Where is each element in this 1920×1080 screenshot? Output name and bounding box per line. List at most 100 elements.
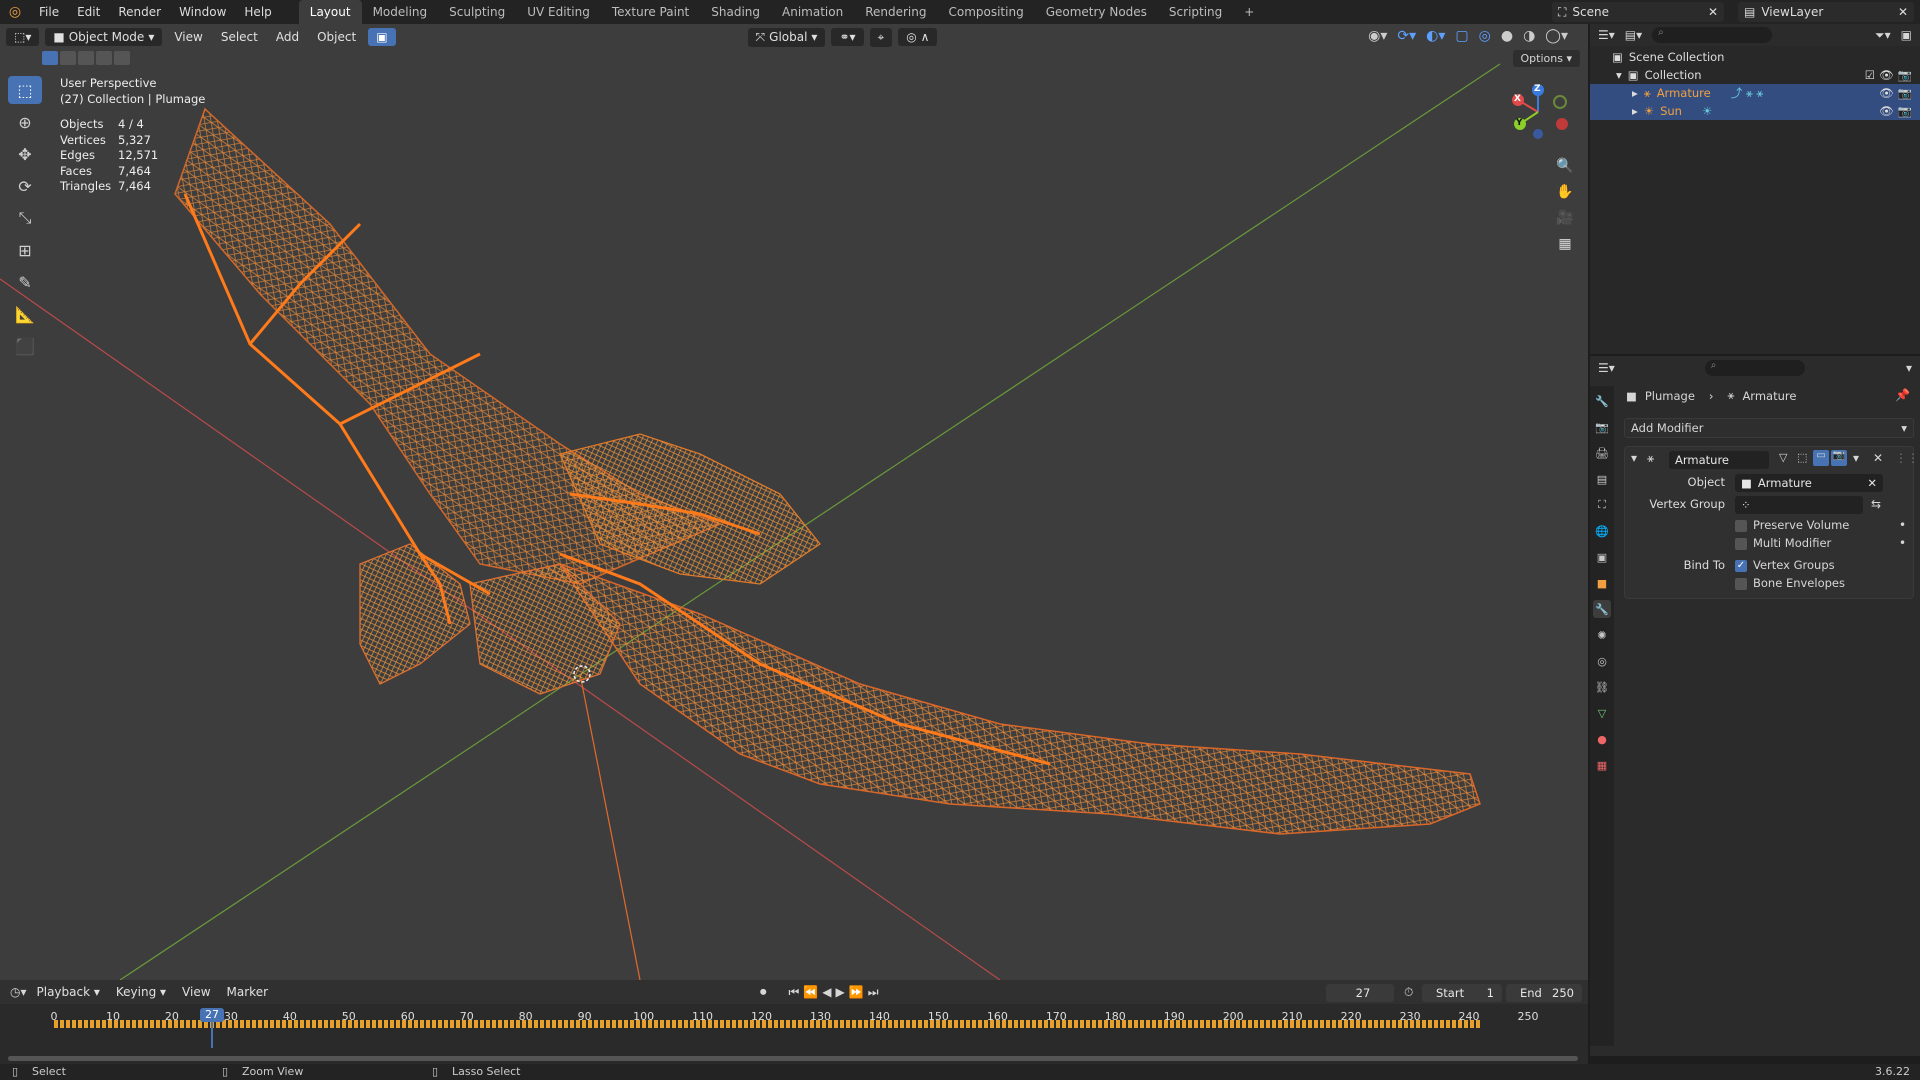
chevron-down-icon[interactable]: ▾ (1853, 451, 1859, 465)
tab-sculpting[interactable]: Sculpting (438, 0, 516, 24)
select-subtract-mode-icon[interactable] (78, 51, 94, 65)
visibility-icon[interactable]: ◉▾ (1368, 28, 1387, 44)
auto-keying-icon[interactable]: ⏺ (760, 985, 767, 1000)
viewlayer-close-icon[interactable]: ✕ (1898, 5, 1908, 19)
viewport-menu-view[interactable]: View (168, 30, 208, 44)
outliner-search-input[interactable]: ⌕ (1652, 27, 1773, 43)
material-shading-icon[interactable]: ◑ (1523, 28, 1535, 44)
expand-arrow-icon[interactable]: ▸ (1632, 86, 1638, 100)
tab-rendering[interactable]: Rendering (854, 0, 937, 24)
gizmo-toggle-icon[interactable]: ⟳▾ (1397, 28, 1416, 44)
object-tab-icon[interactable]: ■ (1593, 574, 1611, 592)
jump-keyframe-forward-icon[interactable]: ⏩ (849, 985, 864, 999)
filter-icon[interactable]: ⏷▾ (1875, 28, 1891, 43)
scene-close-icon[interactable]: ✕ (1708, 5, 1718, 19)
preserve-volume-checkbox[interactable] (1735, 520, 1747, 532)
scale-tool-icon[interactable]: ⤡ (8, 204, 42, 232)
playback-dropdown[interactable]: Playback ▾ (31, 985, 106, 999)
orientation-dropdown[interactable]: ⤧ Global ▾ (747, 27, 826, 47)
current-frame-field[interactable]: 27 (1326, 984, 1394, 1002)
rotate-tool-icon[interactable]: ⟳ (8, 172, 42, 200)
viewport-menu-select[interactable]: Select (215, 30, 264, 44)
eye-icon[interactable]: 👁 (1879, 104, 1894, 118)
output-tab-icon[interactable]: 🖨 (1593, 444, 1611, 462)
chevron-down-icon[interactable]: ▾ (1906, 361, 1912, 375)
cage-toggle-icon[interactable]: ⬚ (1797, 451, 1807, 464)
outliner-editor-icon[interactable]: ☰▾ (1598, 28, 1615, 42)
select-extend-mode-icon[interactable] (60, 51, 76, 65)
menu-edit[interactable]: Edit (68, 0, 109, 24)
viewport-canvas[interactable] (0, 24, 1588, 980)
menu-help[interactable]: Help (235, 0, 280, 24)
measure-tool-icon[interactable]: 📐 (8, 300, 42, 328)
display-mode-icon[interactable]: ▤▾ (1625, 28, 1642, 42)
data-tab-icon[interactable]: ▽ (1593, 704, 1611, 722)
expand-arrow-icon[interactable]: ▸ (1632, 104, 1638, 118)
world-tab-icon[interactable]: 🌐 (1593, 522, 1611, 540)
collection-tab-icon[interactable]: ▣ (1593, 548, 1611, 566)
drag-handle-icon[interactable]: ⋮⋮ (1895, 451, 1919, 465)
properties-editor-icon[interactable]: ☰▾ (1598, 361, 1615, 375)
collapse-arrow-icon[interactable]: ▾ (1631, 451, 1637, 465)
scene-tab-icon[interactable]: ⛶ (1593, 496, 1611, 514)
material-tab-icon[interactable]: ● (1593, 730, 1611, 748)
pivot-dropdown[interactable]: ⚭▾ (831, 28, 864, 46)
select-box-tool-icon[interactable]: ⬚ (8, 76, 42, 104)
3d-viewport[interactable]: ⬚▾ ■ Object Mode ▾ View Select Add Objec… (0, 24, 1588, 980)
eye-icon[interactable]: 👁 (1879, 86, 1894, 100)
keying-options-icon[interactable]: ⏮ (789, 985, 800, 1000)
jump-keyframe-back-icon[interactable]: ⏪ (803, 985, 818, 999)
rendered-shading-icon[interactable]: ◯▾ (1545, 28, 1568, 44)
proportional-edit-button[interactable]: ◎ ∧ (898, 28, 938, 46)
transform-tool-icon[interactable]: ⊞ (8, 236, 42, 264)
play-icon[interactable]: ▶ (836, 985, 845, 999)
timeline-menu-marker[interactable]: Marker (221, 985, 274, 999)
properties-search-input[interactable]: ⌕ (1704, 360, 1805, 376)
select-box-mode-icon[interactable] (42, 51, 58, 65)
pin-icon[interactable]: 📌 (1895, 388, 1910, 402)
multi-modifier-checkbox[interactable] (1735, 538, 1747, 550)
select-intersect-mode-icon[interactable] (114, 51, 130, 65)
tab-texture-paint[interactable]: Texture Paint (601, 0, 700, 24)
wireframe-shading-icon[interactable]: ◎ (1479, 28, 1491, 44)
editor-type-button[interactable]: ⬚▾ (6, 28, 40, 46)
tab-shading[interactable]: Shading (700, 0, 771, 24)
blender-logo-icon[interactable]: ◎ (0, 4, 30, 20)
tab-modeling[interactable]: Modeling (362, 0, 439, 24)
solid-shading-icon[interactable]: ● (1501, 28, 1513, 44)
constraints-tab-icon[interactable]: ⛓ (1593, 678, 1611, 696)
tab-layout[interactable]: Layout (298, 0, 362, 24)
scene-collection-row[interactable]: ▣ Scene Collection (1590, 48, 1920, 66)
viewport-menu-add[interactable]: Add (270, 30, 305, 44)
snap-button[interactable]: ⌖ (869, 27, 893, 47)
start-frame-field[interactable]: Start 1 (1422, 984, 1502, 1002)
timeline-menu-view[interactable]: View (176, 985, 216, 999)
modifier-tab-icon[interactable]: 🔧 (1593, 600, 1611, 618)
tab-geometry-nodes[interactable]: Geometry Nodes (1035, 0, 1158, 24)
pan-hand-icon[interactable]: ✋ (1553, 180, 1577, 204)
particles-tab-icon[interactable]: ✺ (1593, 626, 1611, 644)
keying-dropdown[interactable]: Keying ▾ (110, 985, 172, 999)
clear-icon[interactable]: ✕ (1867, 476, 1877, 490)
camera-icon[interactable]: 📷 (1898, 68, 1912, 82)
mode-dropdown[interactable]: ■ Object Mode ▾ (45, 28, 163, 46)
object-field[interactable]: ■ Armature ✕ (1735, 474, 1883, 492)
outliner-item-sun[interactable]: ▸ ☀ Sun ☀ 👁 📷 (1590, 102, 1920, 120)
options-dropdown[interactable]: Options ▾ (1512, 50, 1580, 67)
physics-tab-icon[interactable]: ◎ (1593, 652, 1611, 670)
viewport-menu-object[interactable]: Object (311, 30, 362, 44)
outliner-item-armature[interactable]: ▸ ⚹ Armature ⤴ ⚹ ⚹ 👁 📷 (1590, 84, 1920, 102)
camera-icon[interactable]: 📷 (1898, 86, 1912, 100)
collection-row[interactable]: ▾ ▣ Collection ☑ 👁 📷 (1590, 66, 1920, 84)
invert-icon[interactable]: ⇆ (1871, 497, 1881, 511)
timeline-editor-icon[interactable]: ◷▾ (10, 985, 27, 999)
new-collection-icon[interactable]: ▣ (1901, 28, 1912, 42)
camera-view-icon[interactable]: 🎥 (1553, 206, 1577, 230)
vertex-groups-checkbox[interactable]: ✓ (1735, 560, 1747, 572)
play-reverse-icon[interactable]: ◀ (822, 985, 831, 999)
tab-uv-editing[interactable]: UV Editing (516, 0, 601, 24)
add-workspace-button[interactable]: + (1233, 0, 1265, 24)
add-cube-tool-icon[interactable]: ⬛ (8, 332, 42, 360)
bone-envelopes-checkbox[interactable] (1735, 578, 1747, 590)
cursor-tool-icon[interactable]: ⊕ (8, 108, 42, 136)
